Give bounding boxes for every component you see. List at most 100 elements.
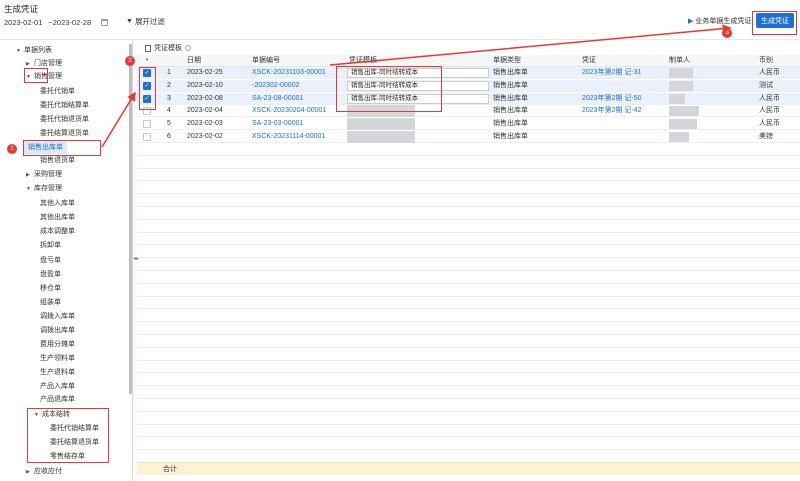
sidebar-item-ct-consign-settle[interactable]: 委托代销结算单 <box>50 422 99 435</box>
date-range-picker[interactable]: 2023-02-01 ~2023-02-28 <box>4 16 109 28</box>
caret-down-icon[interactable]: ▼ <box>34 409 42 422</box>
date-from[interactable]: 2023-02-01 <box>4 18 42 27</box>
sidebar-item-prod-return[interactable]: 生产退料单 <box>40 366 75 379</box>
template-input[interactable]: 销售出库-同时结转成本 <box>347 80 489 91</box>
row-checkbox[interactable]: ✓ <box>143 94 151 103</box>
caret-down-icon[interactable]: ▼ <box>16 45 24 58</box>
table-row[interactable]: 6 2023-02-02 XSCK-20231114-00001 销售出库单 美镑 <box>137 131 800 143</box>
column-header-creator[interactable]: 制单人 <box>669 55 690 67</box>
empty-row <box>137 169 800 182</box>
sidebar-item-cost-transfer[interactable]: ▼ 成本结转 <box>34 408 70 421</box>
masked-template-cell[interactable] <box>347 118 415 131</box>
cell-doc-type: 销售出库单 <box>493 107 528 115</box>
cell-doc-code[interactable]: SA-23-03-00001 <box>252 118 303 130</box>
table-row[interactable]: ✓ 2 2023-02-10 -202302-00002 销售出库-同时结转成本 销售出库… <box>137 79 800 92</box>
info-icon[interactable]: i <box>185 45 191 51</box>
sidebar-item-store-mgmt[interactable]: ▶ 门店管理 <box>26 57 62 70</box>
row-checkbox[interactable]: ✓ <box>143 69 151 77</box>
cell-doc-code[interactable]: -202302-00002 <box>252 80 300 92</box>
template-input[interactable]: 销售出库-同时结转成本 <box>347 93 489 104</box>
date-to[interactable]: ~2023-02-28 <box>48 18 91 27</box>
sidebar-item-assembly[interactable]: 组装单 <box>40 296 61 309</box>
cell-doc-code[interactable]: XSCK-20230204-00001 <box>252 105 326 117</box>
sidebar-item-inventory-mgmt[interactable]: ▼ 库存管理 <box>26 182 62 195</box>
empty-row <box>137 221 800 233</box>
cell-voucher[interactable]: 2023年第2期 记-42 <box>582 105 642 117</box>
sidebar-item-consign-return[interactable]: 委托代销退货单 <box>40 113 89 126</box>
row-checkbox[interactable] <box>143 107 151 116</box>
column-header-date[interactable]: 日期 <box>187 55 201 67</box>
caret-down-icon[interactable]: ▼ <box>26 71 34 84</box>
sidebar-item-settle-return[interactable]: 委托结算退货单 <box>40 127 89 140</box>
caret-right-icon[interactable]: ▶ <box>26 466 34 479</box>
table-row[interactable]: 5 2023-02-03 SA-23-03-00001 销售出库单 人民币 <box>137 118 800 131</box>
table-row[interactable]: ✓ 3 2023-02-08 SA-23-08-00001 销售出库-同时结转成本 销售出… <box>137 92 800 105</box>
sidebar-item-alloc-out[interactable]: 调拨出库单 <box>40 324 75 337</box>
column-header-currency[interactable]: 币别 <box>759 55 773 67</box>
row-checkbox[interactable] <box>143 133 151 141</box>
column-header-template[interactable]: 凭证模板 <box>349 55 377 67</box>
cell-voucher[interactable]: 2023年第2期 记-31 <box>582 67 642 79</box>
voucher-template-tab[interactable]: 凭证模板 i <box>145 43 191 53</box>
sidebar-item-ar-ap[interactable]: ▶ 应收应付 <box>26 465 62 478</box>
select-all-dot-icon[interactable]: • <box>146 55 148 67</box>
sidebar-item-consign[interactable]: 委托代销单 <box>40 85 75 98</box>
sidebar-item-label: 门店管理 <box>34 60 62 67</box>
sidebar-item-other-out[interactable]: 其他出库单 <box>40 211 75 224</box>
masked-template-cell[interactable] <box>347 105 415 118</box>
sidebar-item-prod-in[interactable]: 产品入库单 <box>40 380 75 393</box>
generate-voucher-button[interactable]: 生成凭证 <box>756 13 794 28</box>
empty-row <box>137 349 800 361</box>
column-header-voucher[interactable]: 凭证 <box>582 55 596 67</box>
page-title: 生成凭证 <box>4 4 39 14</box>
sidebar-item-transfer[interactable]: 移仓单 <box>40 282 61 295</box>
sidebar-item-prod-pick[interactable]: 生产领料单 <box>40 352 75 365</box>
badge-step-3: 3 <box>722 28 732 38</box>
empty-row <box>137 374 800 387</box>
cell-doc-type: 销售出库单 <box>493 69 528 76</box>
cell-voucher[interactable]: 2023年第2期 记-50 <box>582 93 642 105</box>
biz-doc-voucher-link[interactable]: ▶ 业务单据生成凭证 <box>688 16 751 26</box>
sidebar-item-gain[interactable]: 盘盈单 <box>40 268 61 281</box>
cell-doc-code[interactable]: XSCK-20231103-00001 <box>252 67 326 79</box>
masked-creator-cell <box>669 93 685 104</box>
empty-row <box>137 208 800 220</box>
sidebar-item-alloc-in[interactable]: 调拨入库单 <box>40 310 75 323</box>
sidebar-item-sales-outbound[interactable]: 销售出库单 <box>24 141 67 154</box>
sidebar-item-purchase-mgmt[interactable]: ▶ 采购管理 <box>26 168 62 181</box>
row-checkbox[interactable]: ✓ <box>143 81 151 90</box>
sidebar-item-label: 单据列表 <box>24 47 52 54</box>
sidebar-item-expense-alloc[interactable]: 费用分摊单 <box>40 338 75 351</box>
cell-doc-code[interactable]: XSCK-20231114-00001 <box>252 131 325 143</box>
column-header-code[interactable]: 单据编号 <box>252 55 280 67</box>
table-row[interactable]: 4 2023-02-04 XSCK-20230204-00001 销售出库单 2023年… <box>137 105 800 118</box>
sidebar-item-sales-mgmt[interactable]: ▼ 销售管理 <box>26 70 62 83</box>
row-number: 5 <box>167 120 171 128</box>
sidebar-item-cost-adjust[interactable]: 成本调整单 <box>40 225 75 238</box>
template-input[interactable]: 销售出库-同时结转成本 <box>347 68 489 78</box>
cell-date: 2023-02-04 <box>187 107 223 115</box>
caret-down-icon[interactable]: ▼ <box>26 183 34 196</box>
sidebar-item-loss[interactable]: 盘亏单 <box>40 254 61 267</box>
expand-filter-button[interactable]: ▼ 展开过滤 <box>126 16 165 27</box>
sidebar-scrollbar[interactable] <box>129 44 132 394</box>
sidebar-item-root[interactable]: ▼ 单据列表 <box>16 44 52 57</box>
caret-right-icon[interactable]: ▶ <box>26 169 34 182</box>
sidebar-item-consign-settle[interactable]: 委托代销结算单 <box>40 99 89 112</box>
masked-creator-cell <box>669 68 693 78</box>
sidebar-item-ct-retail[interactable]: 零售结存单 <box>50 450 85 463</box>
calendar-icon[interactable] <box>101 18 109 26</box>
sidebar-item-label: 调拨出库单 <box>40 327 75 334</box>
masked-template-cell[interactable] <box>347 131 415 143</box>
cell-doc-code[interactable]: SA-23-08-00001 <box>252 93 303 105</box>
row-checkbox[interactable] <box>143 120 151 129</box>
sidebar-item-disassembly[interactable]: 拆卸单 <box>40 239 61 252</box>
column-header-type[interactable]: 单据类型 <box>493 55 521 67</box>
sidebar-item-ct-settle-return[interactable]: 委托结算退货单 <box>50 436 99 449</box>
doc-tree-sidebar: ▼ 单据列表 ▶ 门店管理 ▼ 销售管理 委托代销单 委托代销结算单 委托代销退货单 委托结算退货… <box>0 40 133 481</box>
sidebar-item-label: 委托代销单 <box>40 88 75 95</box>
table-row[interactable]: ✓ 1 2023-02-25 XSCK-20231103-00001 销售出库-同时结转… <box>137 67 800 79</box>
sidebar-item-prod-refund[interactable]: 产品退库单 <box>40 393 75 406</box>
sidebar-item-other-in[interactable]: 其他入库单 <box>40 197 75 210</box>
sidebar-item-sales-return[interactable]: 销售退货单 <box>40 154 75 167</box>
